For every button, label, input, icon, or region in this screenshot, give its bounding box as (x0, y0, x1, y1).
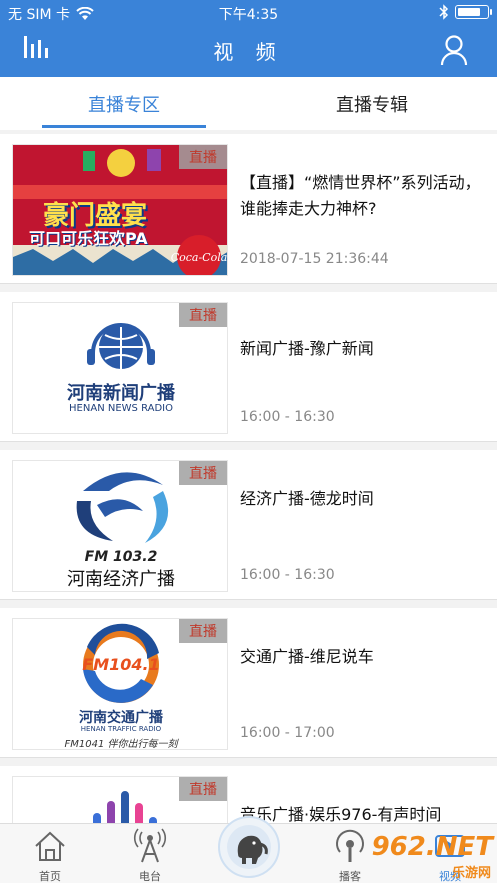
item-time: 16:00 - 16:30 (240, 409, 335, 425)
watermark-brand: 962.NET (371, 832, 493, 862)
logo-en-text: HENAN TRAFFIC RADIO (80, 725, 162, 733)
logo-cn-text: 河南新闻广播 (67, 383, 175, 404)
item-time: 16:00 - 16:30 (240, 567, 335, 583)
top-bar: 无 SIM 卡 下午4:35 视 频 (0, 0, 497, 77)
thumbnail-image: 河南新闻广播 HENAN NEWS RADIO 直播 (12, 302, 228, 434)
live-list: Coca-Cola 豪门盛宴 可口可乐狂欢PA 直播 【直播】“燃情世界杯”系列… (0, 130, 497, 823)
logo-fm-text: FM104.1 (82, 655, 160, 674)
tab-radio[interactable]: 电台 (110, 824, 190, 883)
list-item[interactable]: FM 103.2 河南经济广播 直播 经济广播-德龙时间 16:00 - 16:… (0, 450, 497, 600)
tab-radio-label: 电台 (139, 870, 161, 883)
user-icon[interactable] (439, 34, 469, 66)
elephant-icon (227, 825, 271, 869)
bluetooth-icon (439, 4, 449, 20)
tab-live-zone[interactable]: 直播专区 (0, 77, 248, 130)
thumbnail-image: FM 103.2 河南经济广播 直播 (12, 460, 228, 592)
list-item[interactable]: FM104.1 河南交通广播 HENAN TRAFFIC RADIO FM104… (0, 608, 497, 758)
watermark-site: 乐游网 (451, 866, 491, 881)
page-title: 视 频 (213, 40, 284, 64)
thumbnail-image: 直播 (12, 776, 228, 823)
live-badge: 直播 (179, 303, 227, 327)
list-item[interactable]: Coca-Cola 豪门盛宴 可口可乐狂欢PA 直播 【直播】“燃情世界杯”系列… (0, 134, 497, 284)
center-play-button[interactable] (218, 816, 280, 878)
logo-cn-text: 河南交通广播 (79, 710, 163, 726)
status-bar: 无 SIM 卡 下午4:35 (0, 0, 497, 26)
live-badge: 直播 (179, 145, 227, 169)
thumbnail-image: FM104.1 河南交通广播 HENAN TRAFFIC RADIO FM104… (12, 618, 228, 750)
tab-live-album[interactable]: 直播专辑 (248, 77, 496, 130)
home-icon (35, 831, 65, 861)
item-time: 16:00 - 17:00 (240, 725, 335, 741)
battery-icon (455, 5, 492, 19)
coca-cola-logo-text: Coca-Cola (171, 251, 228, 264)
list-item[interactable]: 直播 音乐广播·娱乐976-有声时间 (0, 766, 497, 823)
thumbnail-image: Coca-Cola 豪门盛宴 可口可乐狂欢PA 直播 (12, 144, 228, 276)
podcast-icon (336, 829, 364, 862)
app-root: 无 SIM 卡 下午4:35 视 频 直播专区 直播专辑 Coca-Cola 豪… (0, 0, 497, 883)
tab-home-label: 首页 (39, 870, 61, 883)
item-title: 交通广播-维尼说车 (240, 647, 374, 666)
live-badge: 直播 (179, 461, 227, 485)
item-title: 经济广播-德龙时间 (240, 489, 374, 508)
item-title: 新闻广播-豫广新闻 (240, 339, 374, 358)
logo-en-text: HENAN NEWS RADIO (69, 403, 173, 414)
item-time: 2018-07-15 21:36:44 (240, 251, 389, 267)
live-badge: 直播 (179, 777, 227, 801)
live-badge: 直播 (179, 619, 227, 643)
logo-cn-text: 河南经济广播 (67, 569, 175, 590)
status-right (439, 4, 492, 20)
poster-subtitle: 可口可乐狂欢PA (29, 229, 148, 248)
item-title: 【直播】“燃情世界杯”系列活动，谁能捧走大力神杯? (240, 173, 481, 218)
tab-home[interactable]: 首页 (10, 824, 90, 883)
radio-tower-icon (133, 828, 167, 863)
status-time: 下午4:35 (218, 7, 279, 23)
tab-bar-top: 直播专区 直播专辑 (0, 77, 497, 130)
list-item[interactable]: 河南新闻广播 HENAN NEWS RADIO 直播 新闻广播-豫广新闻 16:… (0, 292, 497, 442)
logo-fm-text: FM 103.2 (84, 549, 158, 565)
logo-slogan-text: FM1041 伴你出行每一刻 (64, 739, 178, 750)
tab-podcast-label: 播客 (339, 870, 361, 883)
